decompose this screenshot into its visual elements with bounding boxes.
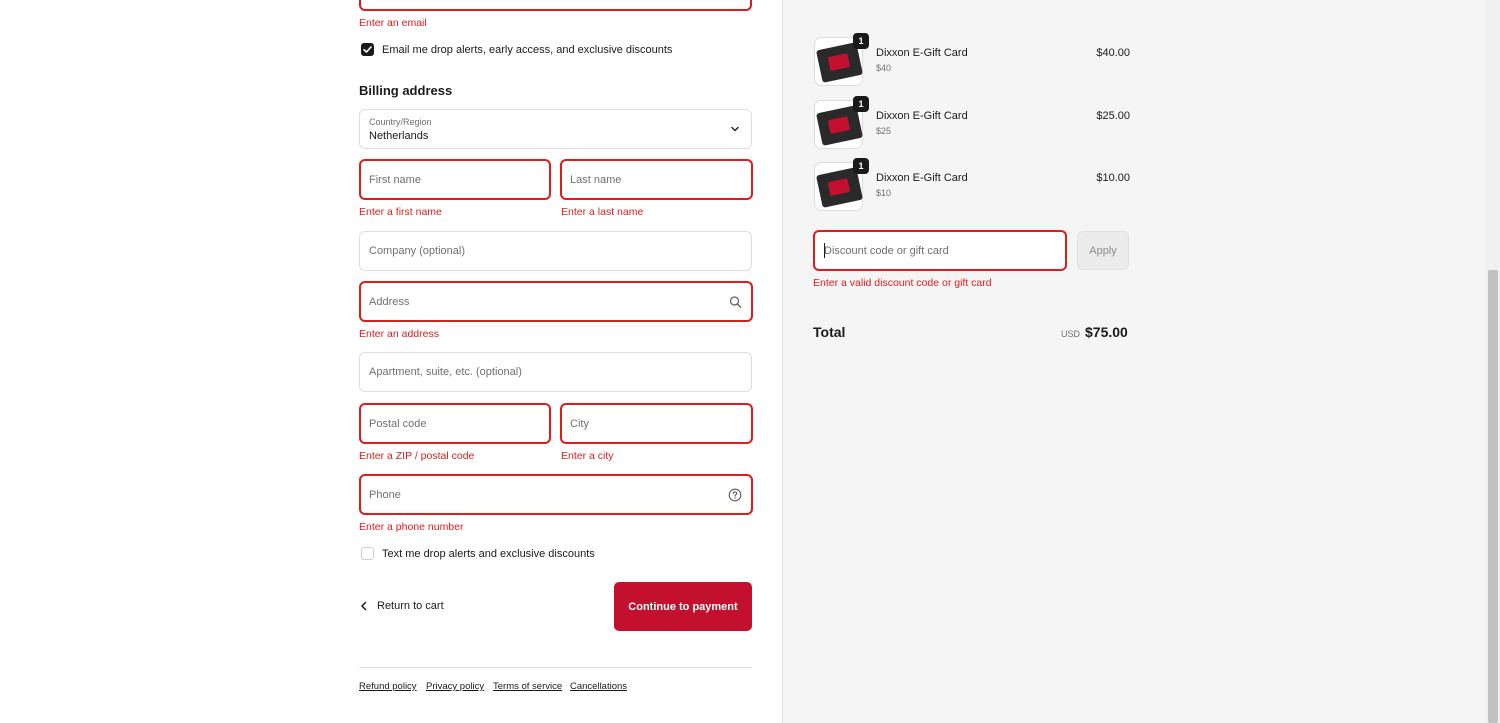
checkout-form-panel: Enter an email Email me drop alerts, ear… — [0, 0, 782, 723]
order-summary-panel: 1 Dixxon E-Gift Card $40 $40.00 1 Dixxon… — [782, 0, 1500, 723]
product-thumbnail: 1 — [814, 33, 869, 86]
country-select[interactable]: Country/Region Netherlands — [359, 109, 752, 149]
company-field[interactable]: Company (optional) — [359, 231, 752, 271]
city-placeholder: City — [570, 417, 589, 430]
quantity-badge: 1 — [853, 33, 869, 49]
total-amount: $75.00 — [1085, 324, 1128, 340]
product-thumbnail: 1 — [814, 158, 869, 211]
quantity-badge: 1 — [853, 96, 869, 112]
address-error: Enter an address — [359, 328, 439, 340]
city-field[interactable]: City — [560, 403, 753, 444]
apartment-placeholder: Apartment, suite, etc. (optional) — [369, 366, 522, 378]
postal-code-error: Enter a ZIP / postal code — [359, 450, 475, 462]
last-name-placeholder: Last name — [570, 173, 622, 186]
country-value: Netherlands — [369, 130, 429, 142]
item-variant: $25 — [876, 126, 892, 136]
footer-link-privacy[interactable]: Privacy policy — [426, 681, 484, 692]
search-icon[interactable] — [729, 295, 742, 308]
scrollbar-thumb[interactable] — [1488, 270, 1498, 723]
country-label: Country/Region — [369, 117, 432, 127]
product-thumbnail: 1 — [814, 96, 869, 149]
address-field[interactable]: Address — [359, 281, 753, 322]
item-name: Dixxon E-Gift Card — [876, 47, 968, 59]
return-to-cart-label: Return to cart — [377, 600, 444, 612]
billing-heading: Billing address — [359, 83, 453, 98]
item-variant: $40 — [876, 63, 892, 73]
city-error: Enter a city — [561, 450, 614, 462]
phone-field[interactable]: Phone — [359, 474, 753, 515]
footer-link-refund[interactable]: Refund policy — [359, 681, 417, 692]
item-price: $10.00 — [1096, 172, 1130, 184]
quantity-badge: 1 — [853, 158, 869, 174]
discount-error: Enter a valid discount code or gift card — [813, 277, 992, 289]
item-name: Dixxon E-Gift Card — [876, 172, 968, 184]
item-price: $25.00 — [1096, 110, 1130, 122]
order-item: 1 Dixxon E-Gift Card $10 $10.00 — [814, 158, 1130, 212]
chevron-left-icon — [361, 601, 367, 611]
email-optin-checkbox[interactable] — [361, 43, 374, 56]
apply-discount-button[interactable]: Apply — [1077, 231, 1129, 270]
phone-placeholder: Phone — [369, 488, 401, 501]
continue-to-payment-button[interactable]: Continue to payment — [614, 582, 752, 631]
first-name-error: Enter a first name — [359, 206, 442, 218]
last-name-field[interactable]: Last name — [560, 159, 753, 200]
postal-code-placeholder: Postal code — [369, 417, 427, 430]
help-circle-icon[interactable] — [728, 488, 742, 502]
footer-link-terms[interactable]: Terms of service — [493, 681, 562, 692]
item-variant: $10 — [876, 188, 892, 198]
page-scrollbar[interactable] — [1486, 0, 1500, 723]
postal-code-field[interactable]: Postal code — [359, 403, 551, 444]
email-field[interactable] — [359, 0, 752, 11]
return-to-cart-link[interactable]: Return to cart — [359, 600, 444, 612]
apartment-field[interactable]: Apartment, suite, etc. (optional) — [359, 352, 752, 392]
item-name: Dixxon E-Gift Card — [876, 110, 968, 122]
last-name-error: Enter a last name — [561, 206, 644, 218]
address-placeholder: Address — [369, 295, 410, 308]
sms-optin-label: Text me drop alerts and exclusive discou… — [382, 548, 595, 560]
order-item: 1 Dixxon E-Gift Card $25 $25.00 — [814, 96, 1130, 150]
footer-divider — [359, 667, 752, 668]
phone-error: Enter a phone number — [359, 521, 464, 533]
discount-placeholder: Discount code or gift card — [824, 245, 949, 257]
first-name-placeholder: First name — [369, 173, 421, 186]
currency-code: USD — [1061, 329, 1081, 339]
discount-code-field[interactable]: Discount code or gift card — [813, 230, 1067, 271]
chevron-down-icon — [731, 126, 739, 132]
order-item: 1 Dixxon E-Gift Card $40 $40.00 — [814, 33, 1130, 87]
first-name-field[interactable]: First name — [359, 159, 551, 200]
total-label: Total — [813, 324, 846, 340]
item-price: $40.00 — [1096, 47, 1130, 59]
checkmark-icon — [363, 46, 372, 53]
email-optin-label: Email me drop alerts, early access, and … — [382, 44, 673, 56]
company-placeholder: Company (optional) — [369, 245, 465, 257]
sms-optin-checkbox[interactable] — [361, 547, 374, 560]
footer-link-cancellations[interactable]: Cancellations — [570, 681, 627, 692]
email-error: Enter an email — [359, 17, 427, 29]
